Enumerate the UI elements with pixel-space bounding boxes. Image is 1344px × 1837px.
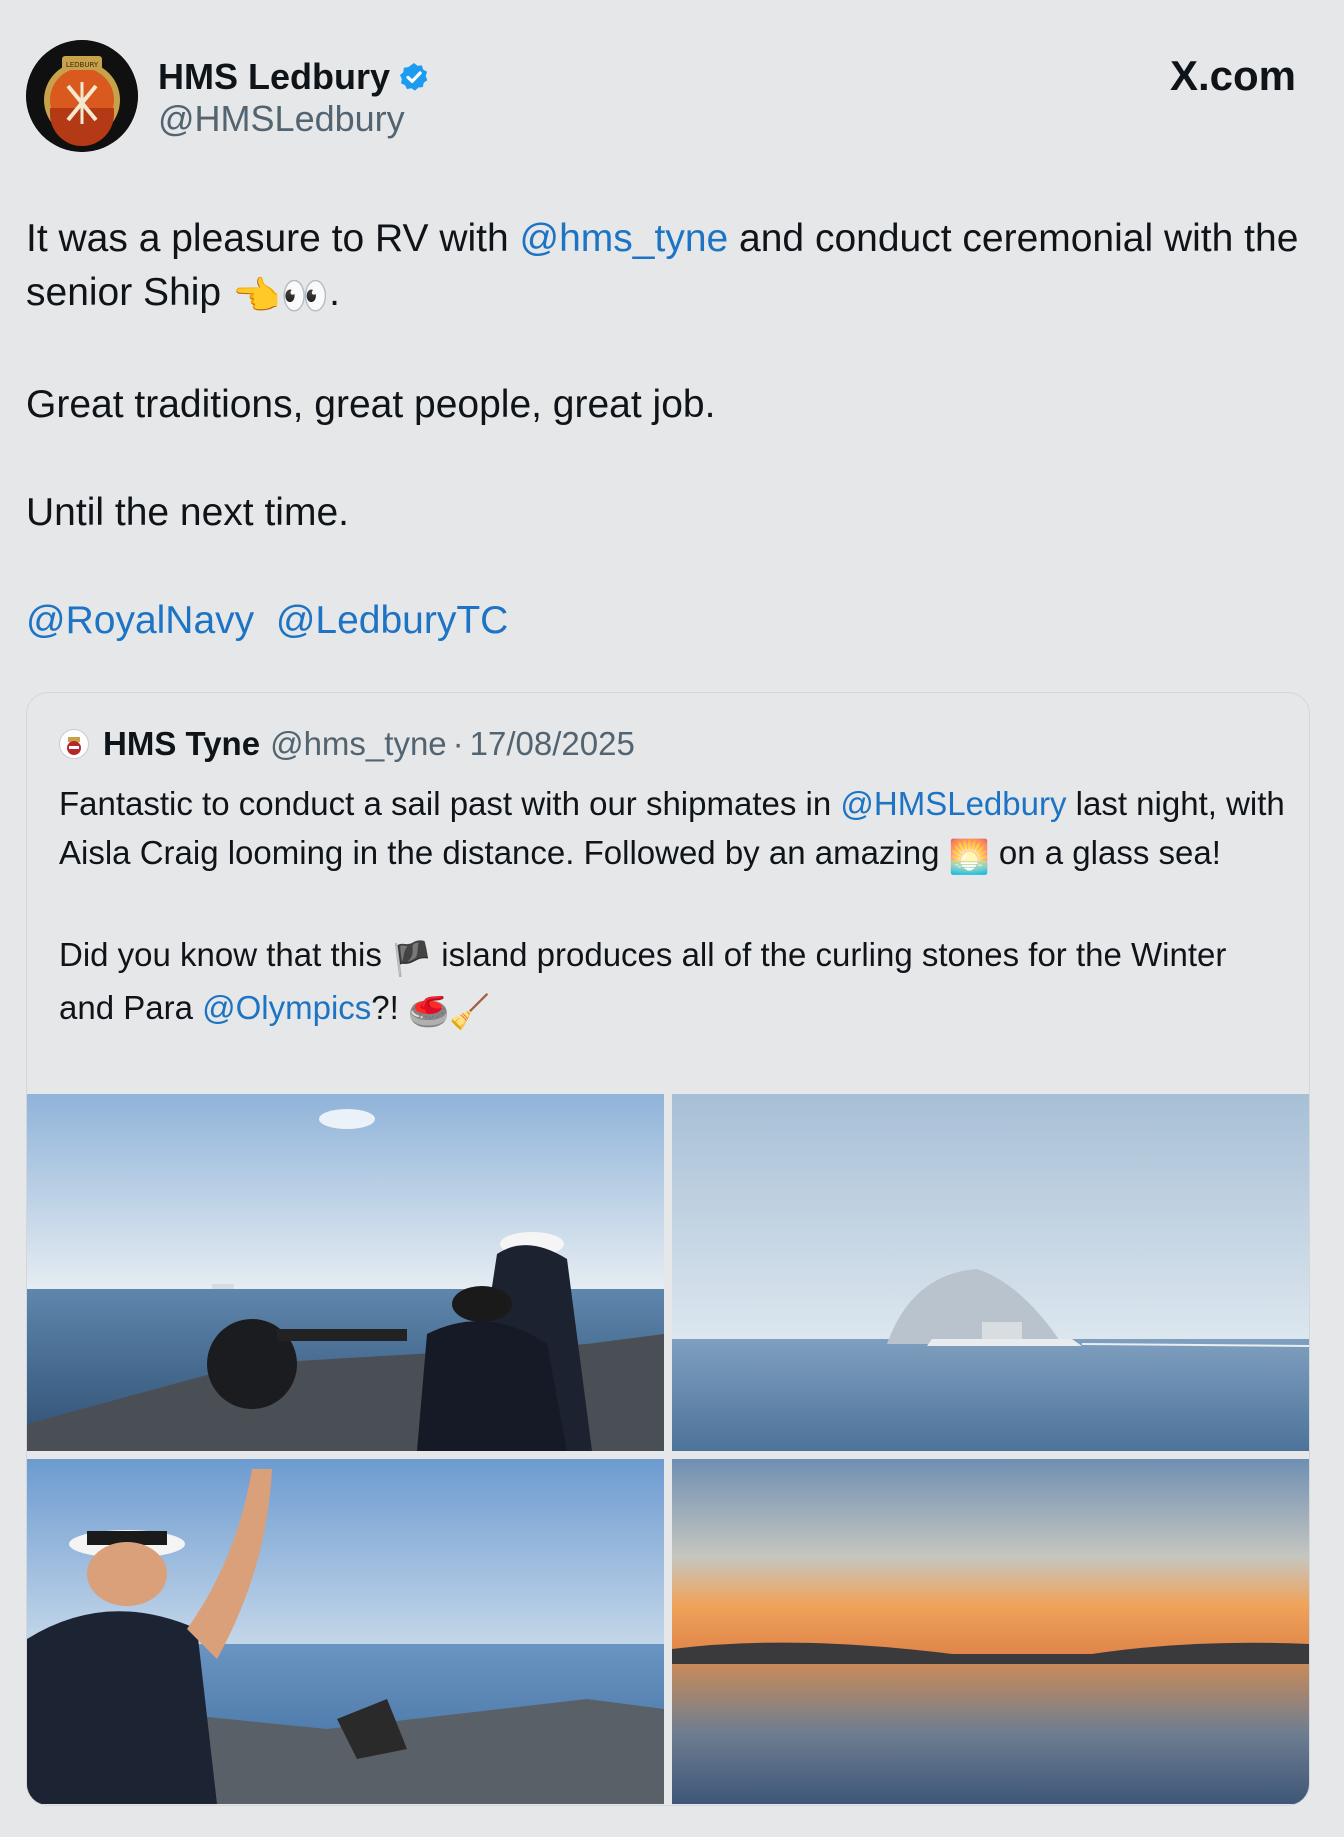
media-grid [27,1094,1309,1804]
x-com-logo: X.com [1169,52,1296,99]
photo-sailor-waving[interactable] [27,1459,664,1804]
verified-badge-icon [400,63,428,91]
photo-ailsa-craig-ship[interactable] [672,1094,1309,1451]
quoted-tweet-date[interactable]: 17/08/2025 [470,725,635,763]
sunrise-emoji: 🌅 [948,838,990,875]
avatar-hms-ledbury[interactable]: LEDBURY [26,40,138,152]
account-handle[interactable]: @HMSLedbury [158,98,405,140]
quoted-tweet-header: HMS Tyne @hms_tyne · 17/08/2025 [59,725,635,763]
tweet-text: It was a pleasure to RV with @hms_tyne a… [26,212,1326,702]
mention-ledbury-tc[interactable]: @LedburyTC [276,599,509,642]
tweet-text-segment: It was a pleasure to RV with [26,217,520,260]
curling-broom-emoji: 🥌🧹 [408,993,491,1030]
mention-hms-ledbury[interactable]: @HMSLedbury [840,785,1066,822]
tweet-text-segment: . [329,271,340,314]
quoted-text-segment: Fantastic to conduct a sail past with ou… [59,785,841,822]
quoted-tweet-text: Fantastic to conduct a sail past with ou… [59,779,1289,1085]
separator-dot: · [452,725,464,762]
svg-text:LEDBURY: LEDBURY [66,61,99,69]
pointing-eyes-emoji: 👈👀 [231,275,330,318]
scotland-flag-emoji: 🏴 [391,940,433,977]
quoted-account-name[interactable]: HMS Tyne [103,725,260,763]
tweet-header: LEDBURY HMS Ledbury @HMSLedbury X.com [26,40,1326,152]
photo-sailors-binoculars[interactable] [27,1094,664,1451]
quoted-text-segment: Did you know that this [59,936,391,973]
photo-sunset-sea[interactable] [672,1459,1309,1804]
mention-olympics[interactable]: @Olympics [202,989,371,1026]
quoted-text-segment: ?! [371,989,408,1026]
quoted-text-segment: on a glass sea! [989,834,1221,871]
quoted-account-handle[interactable]: @hms_tyne [270,725,447,763]
mention-hms-tyne[interactable]: @hms_tyne [520,217,729,260]
mention-royal-navy[interactable]: @RoyalNavy [26,599,254,642]
tweet-paragraph-3: Until the next time. [26,491,349,534]
tweet-paragraph-2: Great traditions, great people, great jo… [26,383,716,426]
avatar-hms-tyne[interactable] [59,729,89,759]
quoted-tweet[interactable]: HMS Tyne @hms_tyne · 17/08/2025 Fantasti… [26,692,1310,1806]
account-name[interactable]: HMS Ledbury [158,56,390,98]
